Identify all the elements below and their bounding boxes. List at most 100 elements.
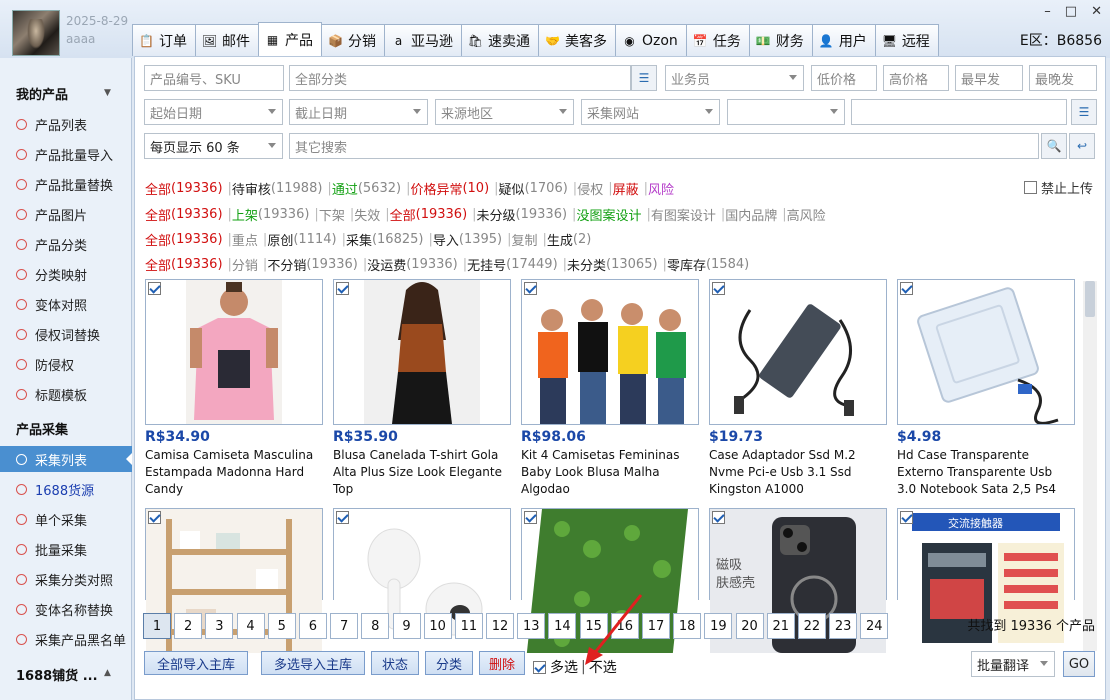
filter-link[interactable]: 没运费 [367, 255, 406, 274]
filter-link[interactable]: 全部 [145, 205, 171, 224]
sidebar-item[interactable]: 变体对照 [0, 291, 132, 317]
four-women-photo[interactable] [522, 280, 698, 424]
sku-input[interactable]: 产品编号、SKU [144, 65, 284, 91]
product-checkbox[interactable] [712, 511, 725, 524]
product-checkbox[interactable] [900, 511, 913, 524]
page-button[interactable]: 12 [486, 613, 515, 639]
staff-select[interactable]: 业务员 [665, 65, 804, 91]
filter-link[interactable]: 导入 [433, 230, 459, 249]
page-button[interactable]: 11 [454, 613, 483, 639]
filter-link[interactable]: 重点 [232, 230, 258, 249]
tab-mercadolibre[interactable]: 🤝 美客多 [538, 24, 616, 56]
sidebar-item[interactable]: 产品批量导入 [0, 141, 132, 167]
product-checkbox[interactable] [524, 282, 537, 295]
page-button[interactable]: 1 [143, 613, 171, 639]
other-search-input[interactable]: 其它搜索 [289, 133, 1039, 159]
page-size-select[interactable]: 每页显示 60 条 [144, 133, 283, 159]
go-button[interactable]: GO [1063, 651, 1095, 677]
filter-link[interactable]: 没图案设计 [576, 205, 641, 224]
sidebar-item[interactable]: 1688货源 [0, 476, 132, 502]
page-button[interactable]: 15 [579, 613, 608, 639]
ssd-case-photo[interactable] [710, 280, 886, 424]
filter-link[interactable]: 未分类 [567, 255, 606, 274]
filter-link[interactable]: 全部 [145, 255, 171, 274]
end-date-select[interactable]: 截止日期 [289, 99, 428, 125]
undo-icon[interactable]: ↩ [1069, 133, 1095, 159]
filter-link[interactable]: 屏蔽 [613, 179, 639, 198]
tab-user[interactable]: 👤 用户 [811, 24, 876, 56]
scrollbar[interactable] [1083, 281, 1097, 651]
high-price-input[interactable]: 高价格 [883, 65, 949, 91]
product-card[interactable] [521, 508, 699, 653]
filter-link[interactable]: 生成 [547, 230, 573, 249]
product-checkbox[interactable] [336, 282, 349, 295]
filter-link[interactable]: 侵权 [577, 179, 603, 198]
page-button[interactable]: 21 [766, 613, 795, 639]
tshirt-man-photo[interactable] [146, 280, 322, 424]
sidebar-item[interactable]: 标题模板 [0, 381, 132, 407]
product-checkbox[interactable] [712, 282, 725, 295]
woman-top-photo[interactable] [334, 280, 510, 424]
hdd-case-photo[interactable] [898, 280, 1074, 424]
import-selected-button[interactable]: 多选导入主库 [261, 651, 365, 675]
page-button[interactable]: 16 [610, 613, 639, 639]
page-button[interactable]: 13 [517, 613, 546, 639]
product-title[interactable]: Case Adaptador Ssd M.2 Nvme Pci-e Usb 3.… [709, 447, 887, 498]
region-select[interactable]: 来源地区 [435, 99, 574, 125]
filter-link[interactable]: 原创 [267, 230, 293, 249]
product-card[interactable] [333, 279, 511, 425]
product-title[interactable]: Camisa Camiseta Masculina Estampada Mado… [145, 447, 323, 498]
filter-link[interactable]: 零库存 [667, 255, 706, 274]
page-button[interactable]: 24 [860, 613, 889, 639]
scrollbar-thumb[interactable] [1085, 281, 1095, 317]
sidebar-item[interactable]: 采集列表 [0, 446, 132, 472]
product-title[interactable]: Kit 4 Camisetas Femininas Baby Look Blus… [521, 447, 699, 498]
tab-grid[interactable]: ▦ 产品 [258, 22, 322, 56]
category-select[interactable]: 全部分类 [289, 65, 631, 91]
page-button[interactable]: 23 [829, 613, 858, 639]
product-title[interactable]: Blusa Canelada T-shirt Gola Alta Plus Si… [333, 447, 511, 498]
page-button[interactable]: 14 [548, 613, 577, 639]
tab-amazon[interactable]: a 亚马逊 [384, 24, 462, 56]
tab-remote[interactable]: 🖥 远程 [874, 24, 939, 56]
page-button[interactable]: 18 [673, 613, 702, 639]
product-card[interactable] [521, 279, 699, 425]
block-upload-checkbox[interactable]: 禁止上传 [1023, 178, 1093, 197]
section-1688[interactable]: 1688铺货 ... [16, 665, 98, 684]
page-button[interactable]: 20 [735, 613, 764, 639]
minimize-icon[interactable]: – [1044, 4, 1051, 19]
page-button[interactable]: 2 [174, 613, 203, 639]
sidebar-item[interactable]: 侵权词替换 [0, 321, 132, 347]
filter-link[interactable]: 失效 [354, 205, 380, 224]
product-checkbox[interactable] [148, 511, 161, 524]
sidebar-item[interactable]: 采集分类对照 [0, 566, 132, 592]
sidebar-item[interactable]: 单个采集 [0, 506, 132, 532]
tab-finance[interactable]: 💵 财务 [748, 24, 813, 56]
chevron-up-icon[interactable]: ▲ [104, 668, 111, 678]
tab-ozon[interactable]: ◉ Ozon [615, 24, 687, 56]
filter-link[interactable]: 不分销 [267, 255, 306, 274]
category-button[interactable]: 分类 [425, 651, 473, 675]
page-button[interactable]: 9 [392, 613, 421, 639]
sidebar-item[interactable]: 产品批量替换 [0, 171, 132, 197]
sidebar-item[interactable]: 分类映射 [0, 261, 132, 287]
sidebar-item[interactable]: 批量采集 [0, 536, 132, 562]
product-card[interactable]: 磁吸 肤感壳 [709, 508, 887, 653]
filter-link[interactable]: 风险 [648, 179, 674, 198]
site-select[interactable]: 采集网站 [581, 99, 720, 125]
multi-select-checkbox[interactable] [533, 660, 546, 674]
filter-link[interactable]: 未分级 [477, 205, 516, 224]
multi-select-label[interactable]: 多选 [550, 657, 578, 677]
filter-link[interactable]: 上架 [232, 205, 258, 224]
sidebar-item[interactable]: 采集产品黑名单 [0, 626, 132, 652]
tab-package[interactable]: 📦 分销 [321, 24, 385, 56]
latest-ship-input[interactable]: 最晚发 [1029, 65, 1097, 91]
page-button[interactable]: 7 [330, 613, 359, 639]
page-button[interactable]: 22 [797, 613, 826, 639]
page-button[interactable]: 10 [423, 613, 452, 639]
page-button[interactable]: 3 [205, 613, 234, 639]
product-card[interactable] [709, 279, 887, 425]
product-checkbox[interactable] [524, 511, 537, 524]
extra-select[interactable] [727, 99, 845, 125]
page-button[interactable]: 4 [236, 613, 265, 639]
